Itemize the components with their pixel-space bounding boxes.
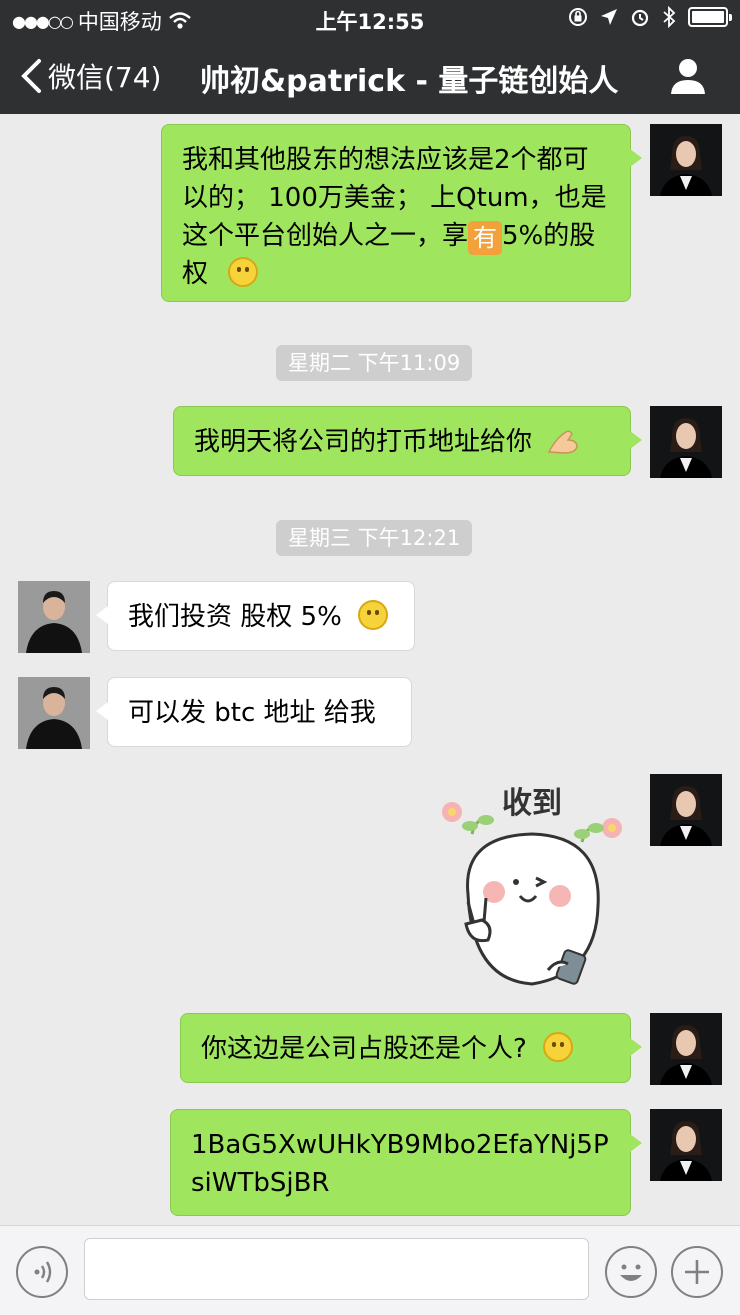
message-bubble-3[interactable]: 我们投资 股权 5% bbox=[96, 581, 415, 651]
message-text: 你这边是公司占股还是个人? bbox=[201, 1034, 527, 1064]
my-avatar[interactable] bbox=[650, 124, 722, 196]
man-portrait-icon bbox=[18, 581, 90, 653]
woman-portrait-icon bbox=[650, 1109, 722, 1181]
location-icon bbox=[601, 9, 617, 25]
status-bar: ●●●○○ 中国移动 上午12:55 bbox=[0, 0, 740, 40]
plus-icon bbox=[685, 1260, 709, 1284]
message-bubble-6[interactable]: 你这边是公司占股还是个人? bbox=[180, 1013, 642, 1083]
bluetooth-icon bbox=[663, 6, 676, 28]
message-text: 我们投资 股权 5% bbox=[128, 602, 342, 632]
back-label: 微信(74) bbox=[48, 61, 162, 94]
message-bubble-1[interactable]: 我和其他股东的想法应该是2个都可以的； 100万美金； 上Qtum，也是这个平台… bbox=[161, 124, 642, 302]
emoji-button[interactable] bbox=[605, 1246, 657, 1298]
sticker-caption: 收到 bbox=[502, 786, 562, 821]
smile-emoji-icon bbox=[543, 1032, 574, 1062]
voice-input-button[interactable] bbox=[16, 1246, 68, 1298]
my-avatar[interactable] bbox=[650, 1109, 722, 1181]
woman-portrait-icon bbox=[650, 124, 722, 196]
chat-title: 帅初&patrick - 量子链创始人 bbox=[200, 64, 619, 99]
smile-emoji-icon bbox=[228, 257, 259, 287]
my-avatar[interactable] bbox=[650, 774, 722, 846]
battery-icon bbox=[688, 7, 732, 27]
orientation-lock-icon bbox=[569, 8, 587, 26]
received-sticker[interactable]: 收到 bbox=[432, 774, 632, 989]
top-bar: ●●●○○ 中国移动 上午12:55 微信(74) 帅初&patrick - 量… bbox=[0, 0, 740, 114]
input-bar bbox=[0, 1225, 740, 1315]
woman-portrait-icon bbox=[650, 406, 722, 478]
woman-portrait-icon bbox=[650, 1013, 722, 1085]
back-button[interactable]: 微信(74) bbox=[20, 56, 161, 96]
message-text: 我明天将公司的打币地址给你 bbox=[194, 427, 533, 457]
my-avatar[interactable] bbox=[650, 1013, 722, 1085]
man-portrait-icon bbox=[18, 677, 90, 749]
message-text: 可以发 btc 地址 给我 bbox=[128, 698, 376, 728]
message-bubble-2[interactable]: 我明天将公司的打币地址给你 bbox=[173, 406, 642, 476]
timestamp: 星期三 下午12:21 bbox=[276, 520, 473, 556]
ok-hand-emoji-icon bbox=[548, 430, 578, 454]
contact-avatar[interactable] bbox=[18, 677, 90, 749]
message-bubble-4[interactable]: 可以发 btc 地址 给我 bbox=[96, 677, 412, 747]
status-right bbox=[568, 6, 732, 28]
person-icon[interactable] bbox=[668, 56, 708, 96]
smile-emoji-icon bbox=[358, 600, 389, 630]
timestamp: 星期二 下午11:09 bbox=[276, 345, 473, 381]
message-input[interactable] bbox=[84, 1238, 589, 1300]
nav-bar: 微信(74) 帅初&patrick - 量子链创始人 bbox=[0, 40, 740, 114]
my-avatar[interactable] bbox=[650, 406, 722, 478]
woman-portrait-icon bbox=[650, 774, 722, 846]
voice-icon bbox=[34, 1261, 52, 1283]
message-bubble-7[interactable]: 1BaG5XwUHkYB9Mbo2EfaYNj5PsiWTbSjBR bbox=[170, 1109, 642, 1216]
message-text: 1BaG5XwUHkYB9Mbo2EfaYNj5PsiWTbSjBR bbox=[191, 1130, 609, 1198]
more-button[interactable] bbox=[671, 1246, 723, 1298]
contact-avatar[interactable] bbox=[18, 581, 90, 653]
alarm-icon bbox=[631, 9, 649, 27]
smiley-icon bbox=[620, 1264, 642, 1281]
chevron-left-icon bbox=[21, 59, 41, 93]
you-emoji-icon: 有 bbox=[468, 221, 503, 255]
